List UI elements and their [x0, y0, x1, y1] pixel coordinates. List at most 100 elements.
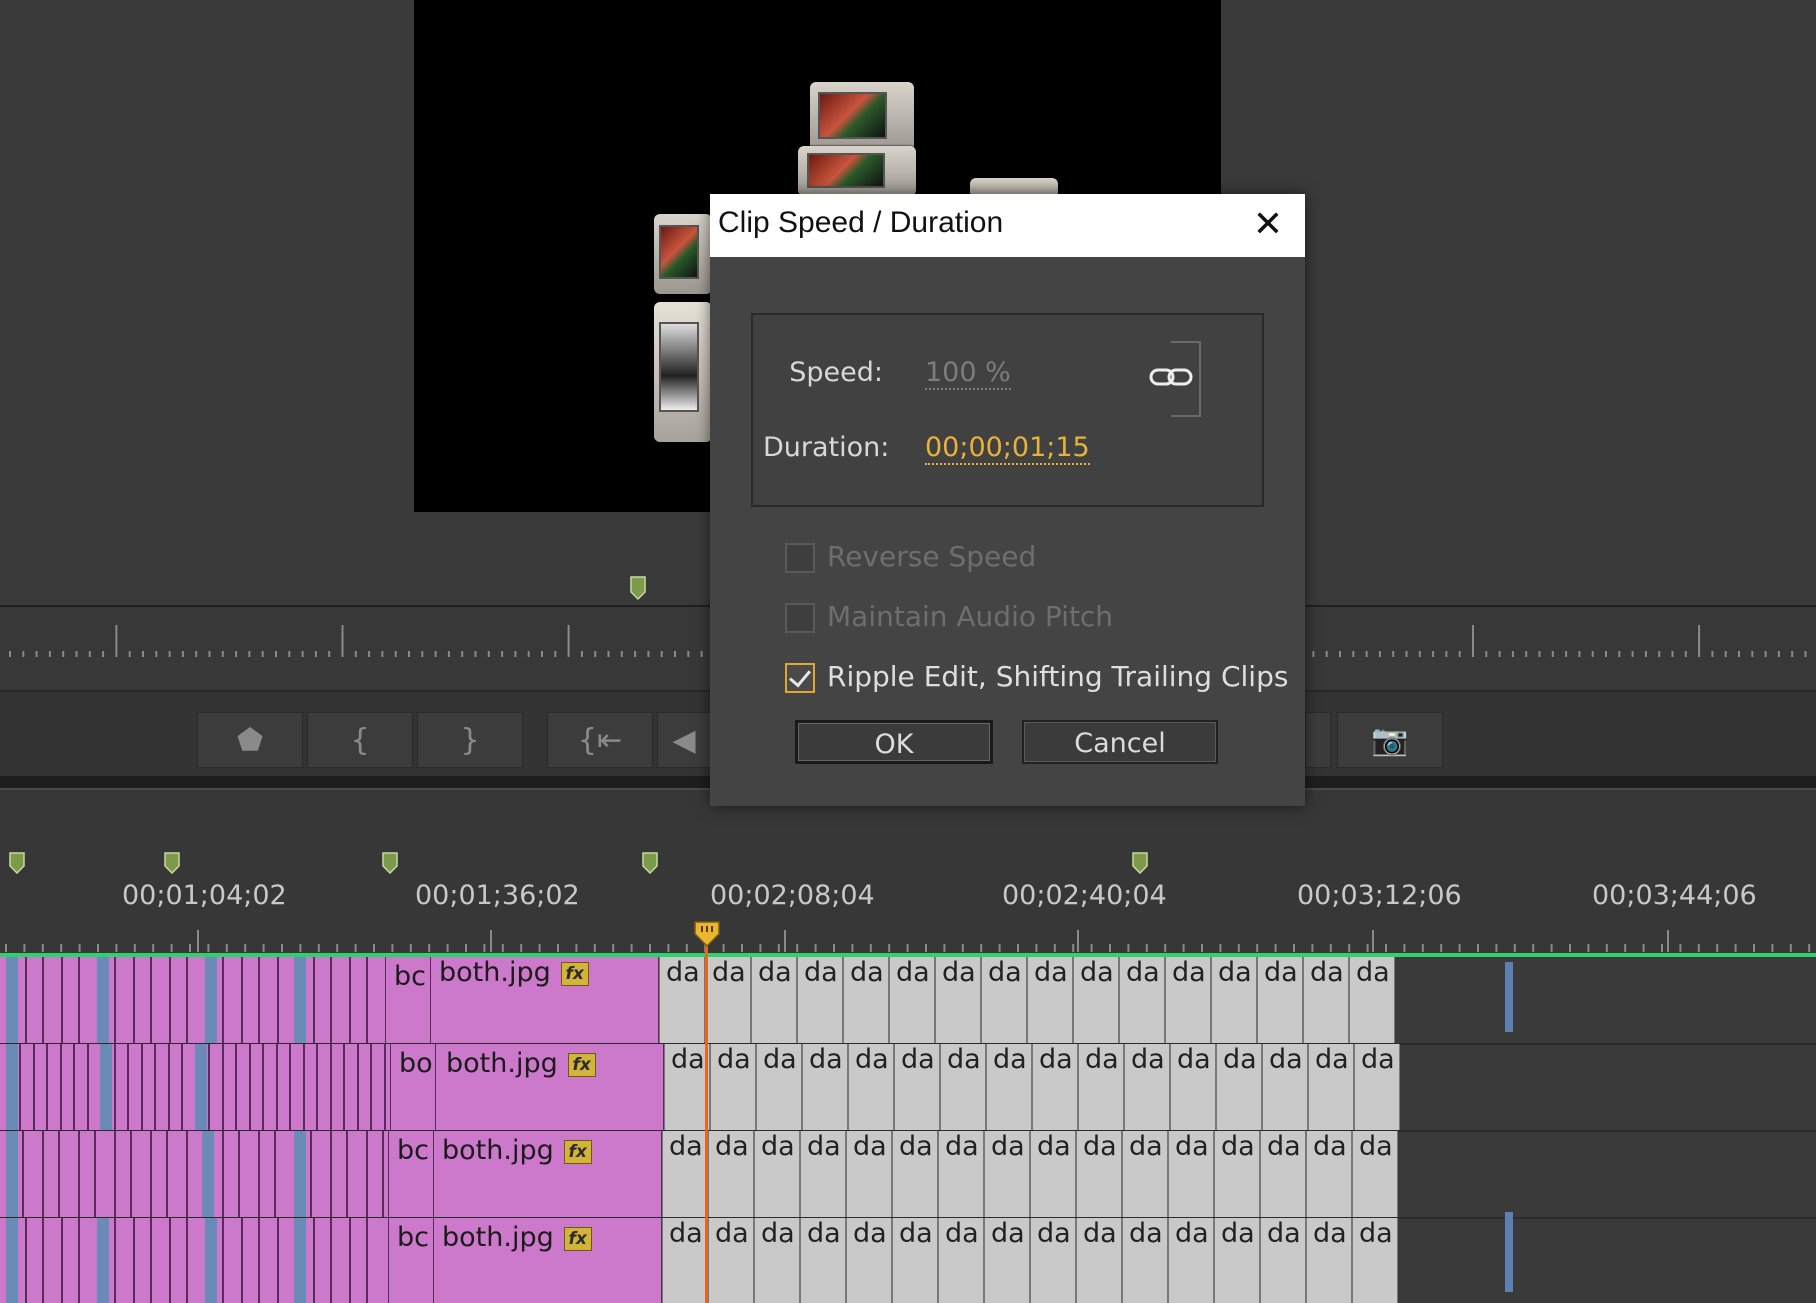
clip-segment[interactable]: da	[1214, 1218, 1260, 1303]
clip-segment[interactable]: da	[1165, 957, 1211, 1043]
clip-segment[interactable]: da	[1260, 1218, 1306, 1303]
clip[interactable]: bc	[389, 1131, 434, 1217]
clip-segment[interactable]: da	[894, 1044, 940, 1130]
timeline-marker-icon[interactable]	[382, 852, 398, 874]
export-frame-button[interactable]: 📷	[1337, 712, 1443, 768]
clip-segment[interactable]: da	[1262, 1044, 1308, 1130]
clip-segment[interactable]: da	[940, 1044, 986, 1130]
clip-segment[interactable]: da	[1076, 1218, 1122, 1303]
playhead-icon[interactable]	[693, 920, 721, 948]
reverse-speed-checkbox[interactable]	[785, 543, 815, 573]
clip-segment[interactable]: da	[846, 1131, 892, 1217]
clip-segment[interactable]: da	[710, 1044, 756, 1130]
close-button[interactable]: ✕	[1243, 202, 1293, 248]
clip-group[interactable]	[0, 957, 386, 1043]
clip-segment[interactable]: da	[659, 957, 705, 1043]
clip-segment[interactable]: da	[800, 1131, 846, 1217]
clip[interactable]: both.jpg fx	[434, 1218, 662, 1303]
timeline-marker-icon[interactable]	[1132, 852, 1148, 874]
clip-segment[interactable]: da	[1257, 957, 1303, 1043]
timeline-marker-icon[interactable]	[9, 852, 25, 874]
ok-button[interactable]: OK	[795, 720, 993, 764]
clip-segment[interactable]: da	[662, 1218, 708, 1303]
clip-segment[interactable]: da	[1352, 1218, 1398, 1303]
clip-segment[interactable]: da	[938, 1218, 984, 1303]
clip-segment[interactable]: da	[1306, 1218, 1352, 1303]
clip-segment[interactable]: da	[1168, 1131, 1214, 1217]
cancel-button[interactable]: Cancel	[1022, 720, 1218, 764]
clip-segment[interactable]: da	[664, 1044, 710, 1130]
clip-segment[interactable]: da	[802, 1044, 848, 1130]
clip-segment[interactable]: da	[1168, 1218, 1214, 1303]
clip-segment[interactable]: da	[797, 957, 843, 1043]
add-marker-button[interactable]: ⬟	[197, 712, 303, 768]
clip-segment[interactable]: da	[708, 1218, 754, 1303]
clip-segment[interactable]: da	[705, 957, 751, 1043]
clip-segment[interactable]: da	[892, 1218, 938, 1303]
clip-group[interactable]	[0, 1218, 389, 1303]
monitor-marker-icon[interactable]	[630, 576, 646, 600]
clip-segment[interactable]: da	[662, 1131, 708, 1217]
clip-segment[interactable]: da	[984, 1131, 1030, 1217]
clip[interactable]: bc	[389, 1218, 434, 1303]
clip-segment[interactable]: da	[800, 1218, 846, 1303]
clip-segment[interactable]: da	[843, 957, 889, 1043]
clip-segment[interactable]: da	[708, 1131, 754, 1217]
clip-segment[interactable]: da	[1216, 1044, 1262, 1130]
fx-icon[interactable]: fx	[560, 961, 589, 986]
transport-button[interactable]	[1305, 712, 1331, 768]
clip-segment[interactable]: da	[1306, 1131, 1352, 1217]
mark-in-button[interactable]: {	[307, 712, 413, 768]
clip-segment[interactable]: da	[756, 1044, 802, 1130]
ripple-edit-checkbox[interactable]	[785, 663, 815, 693]
clip[interactable]: both.jpg fx	[436, 1044, 664, 1130]
clip-segment[interactable]: da	[1354, 1044, 1400, 1130]
clip-segment[interactable]: da	[1076, 1131, 1122, 1217]
timeline-marker-icon[interactable]	[164, 852, 180, 874]
clip-segment[interactable]: da	[846, 1218, 892, 1303]
mark-out-button[interactable]: }	[417, 712, 523, 768]
clip-segment[interactable]: da	[938, 1131, 984, 1217]
clip-segment[interactable]: da	[754, 1131, 800, 1217]
clip-segment[interactable]: da	[848, 1044, 894, 1130]
clip-segment[interactable]: da	[1124, 1044, 1170, 1130]
duration-input[interactable]: 00;00;01;15	[925, 432, 1090, 465]
fx-icon[interactable]: fx	[563, 1139, 592, 1164]
clip-segment[interactable]: da	[1349, 957, 1395, 1043]
fx-icon[interactable]: fx	[563, 1226, 592, 1251]
clip-segment[interactable]: da	[1032, 1044, 1078, 1130]
clip-segment[interactable]: da	[1073, 957, 1119, 1043]
go-to-in-button[interactable]: {⇤	[547, 712, 653, 768]
clip-segment[interactable]: da	[981, 957, 1027, 1043]
timeline-time-ruler[interactable]	[0, 918, 1816, 954]
timeline-marker-icon[interactable]	[642, 852, 658, 874]
clip-segment[interactable]: da	[1214, 1131, 1260, 1217]
clip-segment[interactable]: da	[1308, 1044, 1354, 1130]
clip-segment[interactable]: da	[751, 957, 797, 1043]
clip-segment[interactable]: da	[1352, 1131, 1398, 1217]
clip-segment[interactable]: da	[1122, 1218, 1168, 1303]
speed-input[interactable]: 100 %	[925, 357, 1011, 390]
clip-group[interactable]	[0, 1044, 391, 1130]
clip-segment[interactable]: da	[935, 957, 981, 1043]
clip-segment[interactable]: da	[1119, 957, 1165, 1043]
clip-segment[interactable]: da	[1260, 1131, 1306, 1217]
clip-segment[interactable]: da	[754, 1218, 800, 1303]
clip-segment[interactable]: da	[984, 1218, 1030, 1303]
clip[interactable]: both.jpg fx	[431, 957, 659, 1043]
clip-group[interactable]	[0, 1131, 389, 1217]
clip[interactable]: bc	[386, 957, 431, 1043]
clip-segment[interactable]: da	[889, 957, 935, 1043]
playhead-line[interactable]	[705, 928, 708, 1303]
clip-segment[interactable]: da	[1303, 957, 1349, 1043]
clip-segment[interactable]: da	[892, 1131, 938, 1217]
step-back-button[interactable]: ◀	[657, 712, 711, 768]
fx-icon[interactable]: fx	[567, 1052, 596, 1077]
dialog-titlebar[interactable]: Clip Speed / Duration ✕	[710, 194, 1305, 257]
clip-segment[interactable]: da	[986, 1044, 1032, 1130]
clip-segment[interactable]: da	[1030, 1131, 1076, 1217]
clip-segment[interactable]: da	[1027, 957, 1073, 1043]
link-icon[interactable]	[1148, 365, 1194, 389]
clip[interactable]: both.jpg fx	[434, 1131, 662, 1217]
clip-segment[interactable]: da	[1078, 1044, 1124, 1130]
